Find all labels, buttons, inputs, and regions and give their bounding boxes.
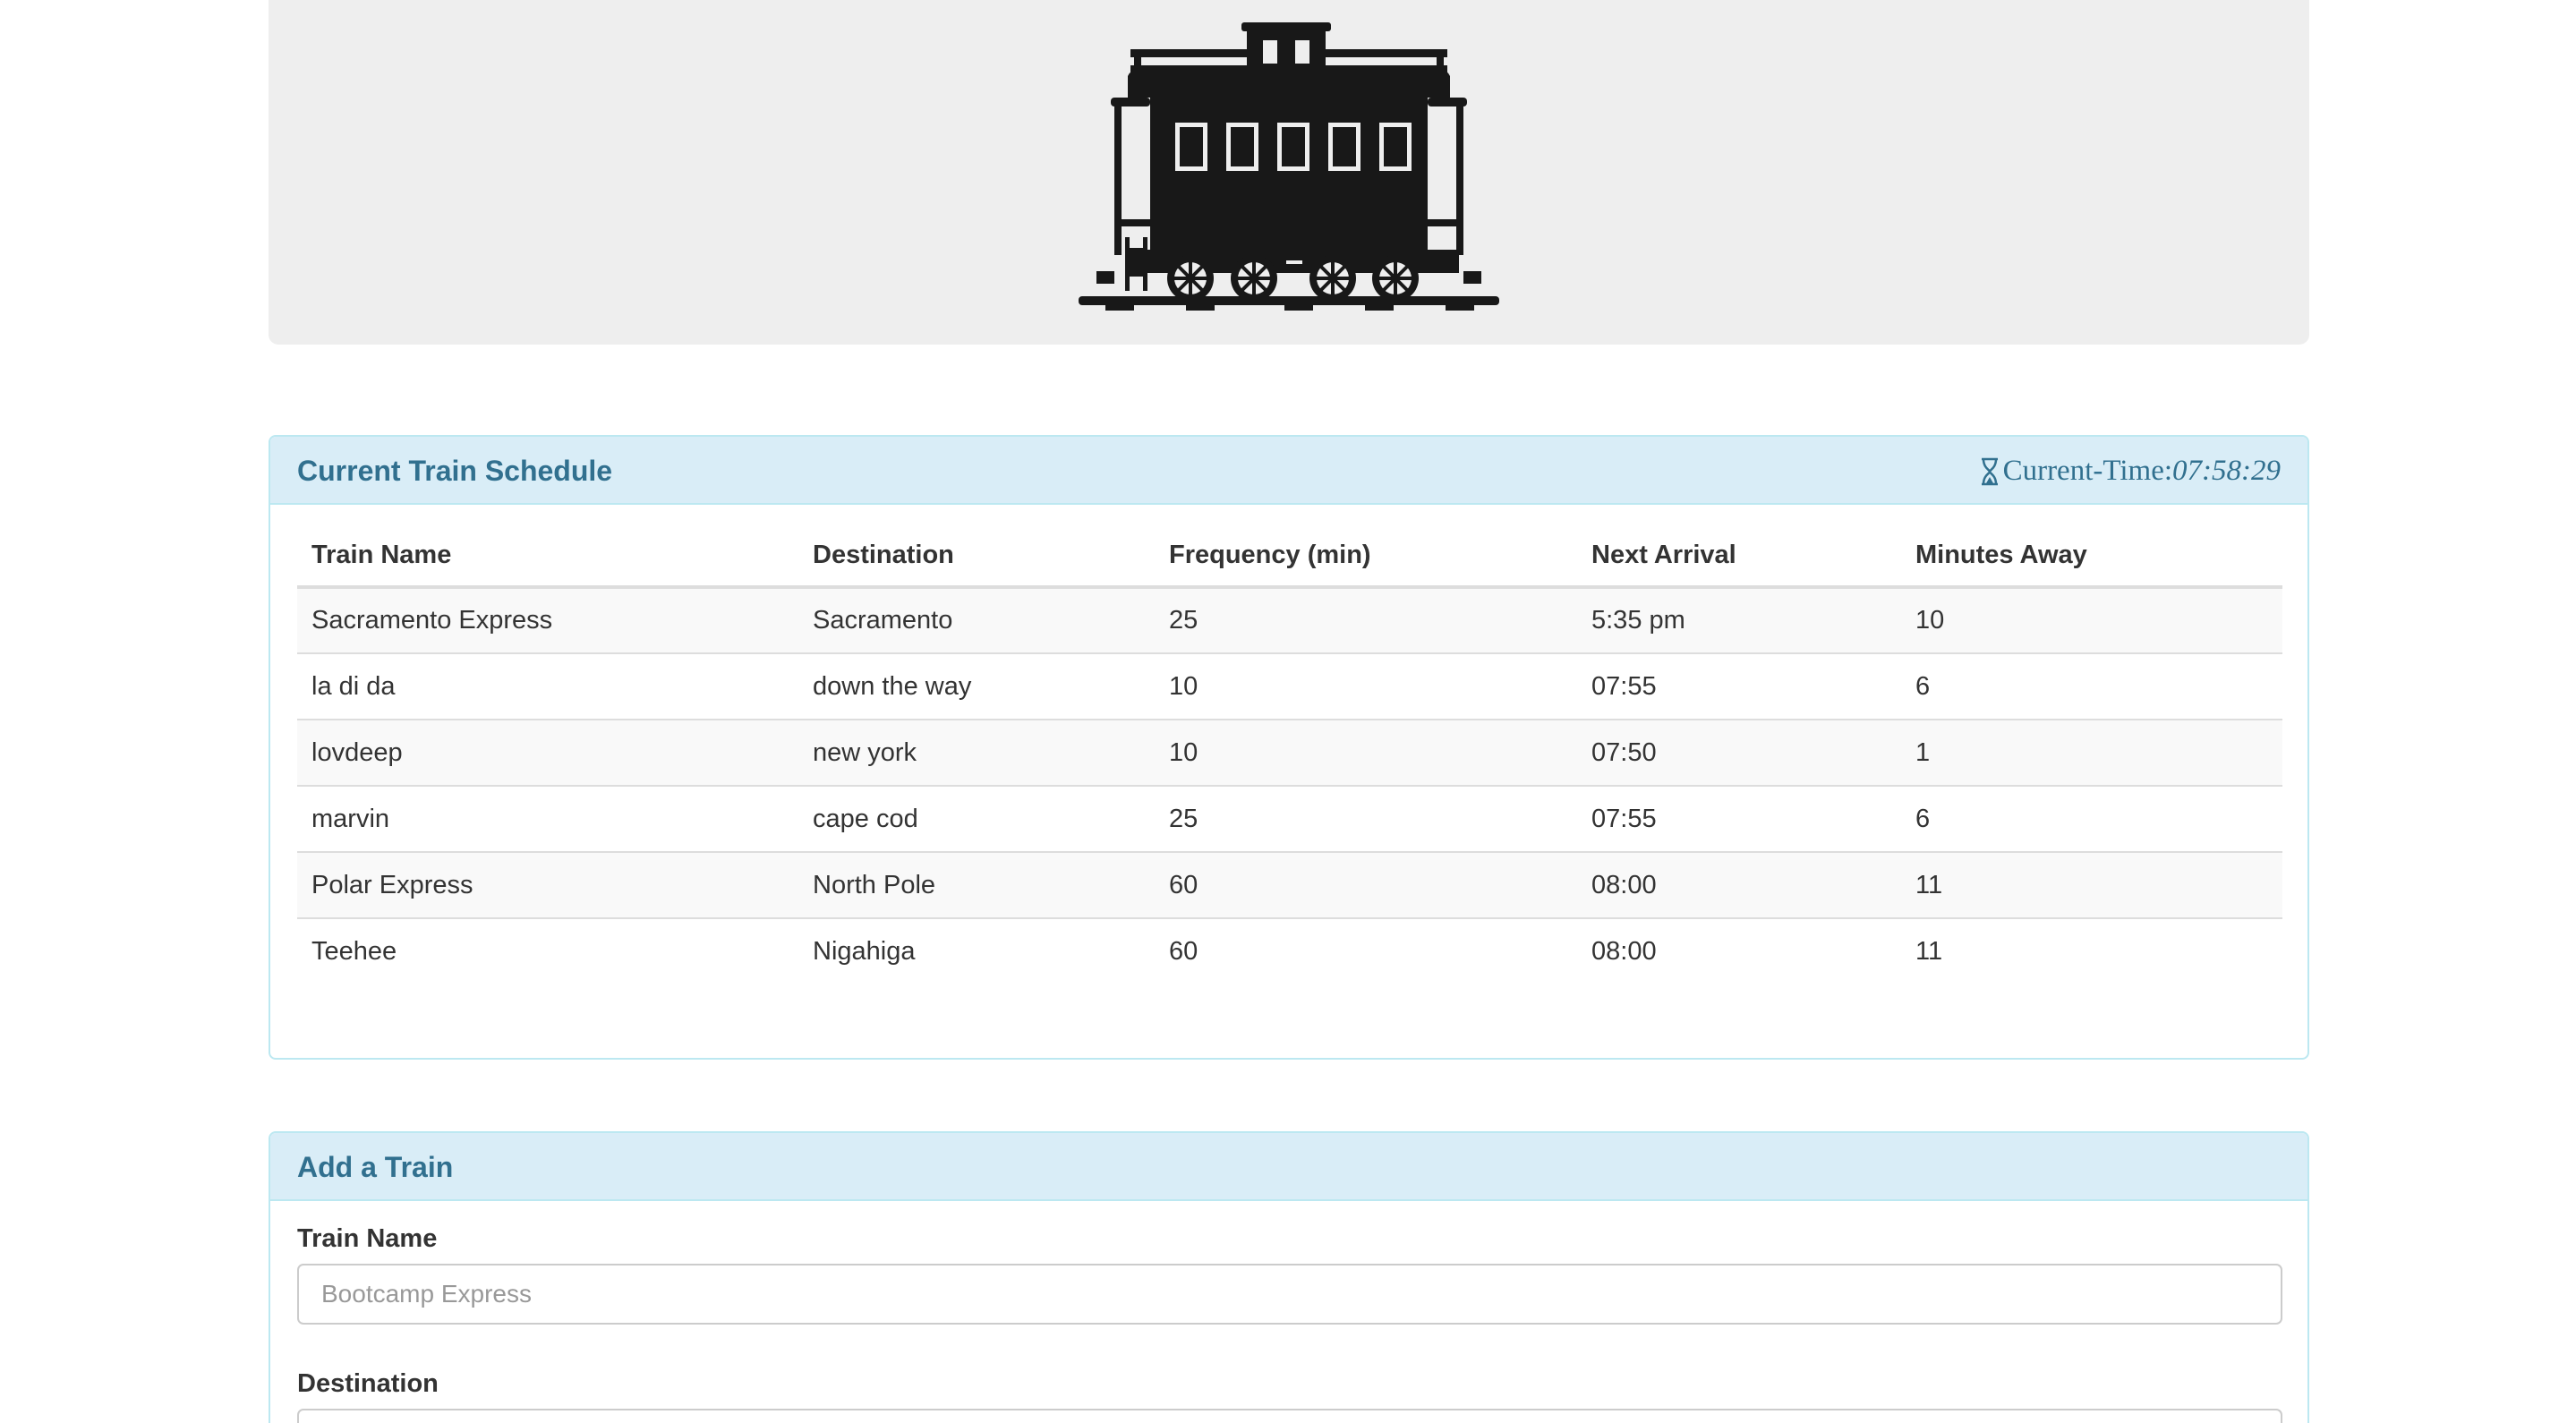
current-time: Current-Time: 07:58:29 bbox=[1980, 455, 2281, 488]
table-cell: la di da bbox=[297, 652, 798, 720]
table-row: marvin cape cod 25 07:55 6 bbox=[297, 785, 2282, 852]
table-cell: 60 bbox=[1155, 851, 1577, 918]
train-name-label: Train Name bbox=[297, 1224, 438, 1253]
destination-label: Destination bbox=[297, 1369, 439, 1398]
table-cell: Sacramento Express bbox=[311, 606, 553, 635]
table-cell: 07:55 bbox=[1577, 785, 1901, 852]
schedule-panel-heading: Current Train Schedule Current-Time: 07:… bbox=[270, 437, 2307, 505]
table-row: Polar Express North Pole 60 08:00 11 bbox=[297, 851, 2282, 918]
table-row: Sacramento Express Sacramento 25 5:35 pm… bbox=[297, 587, 2282, 653]
add-train-panel-heading: Add a Train bbox=[270, 1133, 2307, 1201]
column-header: Destination bbox=[798, 524, 1155, 589]
table-cell: Nigahiga bbox=[798, 917, 1155, 984]
table-cell: 6 bbox=[1901, 652, 2282, 720]
table-cell: 1 bbox=[1901, 719, 2282, 786]
table-cell: down the way bbox=[798, 652, 1155, 720]
destination-group: Destination bbox=[297, 1369, 2282, 1423]
table-cell: Polar Express bbox=[297, 851, 798, 918]
table-row: la di da down the way 10 07:55 6 bbox=[297, 652, 2282, 720]
add-train-form: Train Name Destination bbox=[297, 1224, 2282, 1423]
table-cell: new york bbox=[798, 719, 1155, 786]
banner bbox=[269, 0, 2309, 345]
schedule-table: Train Name Destination Frequency (min) N… bbox=[297, 524, 2282, 984]
table-row: lovdeep new york 10 07:50 1 bbox=[297, 719, 2282, 786]
table-cell: 10 bbox=[1155, 652, 1577, 720]
table-cell: 10 bbox=[1915, 606, 1945, 635]
table-cell: 11 bbox=[1901, 917, 2282, 984]
train-name-group: Train Name bbox=[297, 1224, 2282, 1325]
table-cell: 10 bbox=[1155, 719, 1577, 786]
schedule-table-wrapper: Train Name Destination Frequency (min) N… bbox=[297, 524, 2282, 984]
schedule-title: Current Train Schedule bbox=[297, 455, 613, 487]
hourglass-icon bbox=[1981, 457, 1998, 485]
column-header: Train Name bbox=[297, 524, 798, 589]
table-cell: 6 bbox=[1901, 785, 2282, 852]
table-cell: Teehee bbox=[297, 917, 798, 984]
table-cell: 5:35 pm bbox=[1591, 606, 1685, 635]
table-cell: marvin bbox=[297, 785, 798, 852]
table-header-row: Train Name Destination Frequency (min) N… bbox=[297, 524, 2282, 589]
destination-input[interactable] bbox=[297, 1409, 2282, 1423]
train-caboose-icon bbox=[1079, 22, 1499, 311]
add-train-panel: Add a Train Train Name Destination bbox=[269, 1131, 2309, 1423]
table-cell: 11 bbox=[1901, 851, 2282, 918]
table-cell: lovdeep bbox=[297, 719, 798, 786]
table-row: Teehee Nigahiga 60 08:00 11 bbox=[297, 917, 2282, 984]
current-time-label: Current-Time: bbox=[2002, 455, 2173, 487]
column-header: Minutes Away bbox=[1901, 524, 2282, 589]
column-header: Next Arrival bbox=[1577, 524, 1901, 589]
table-cell: 08:00 bbox=[1577, 917, 1901, 984]
table-cell: cape cod bbox=[798, 785, 1155, 852]
table-cell: 25 bbox=[1155, 785, 1577, 852]
add-train-title: Add a Train bbox=[297, 1151, 454, 1183]
table-cell: North Pole bbox=[798, 851, 1155, 918]
train-name-input[interactable] bbox=[297, 1264, 2282, 1325]
table-cell: 07:50 bbox=[1577, 719, 1901, 786]
schedule-panel: Current Train Schedule Current-Time: 07:… bbox=[269, 435, 2309, 1060]
table-cell: 08:00 bbox=[1577, 851, 1901, 918]
table-cell: 07:55 bbox=[1577, 652, 1901, 720]
table-cell: Sacramento bbox=[813, 606, 953, 635]
table-cell: 25 bbox=[1169, 606, 1198, 635]
table-cell: 60 bbox=[1155, 917, 1577, 984]
current-time-value: 07:58:29 bbox=[2172, 455, 2281, 487]
column-header: Frequency (min) bbox=[1155, 524, 1577, 589]
